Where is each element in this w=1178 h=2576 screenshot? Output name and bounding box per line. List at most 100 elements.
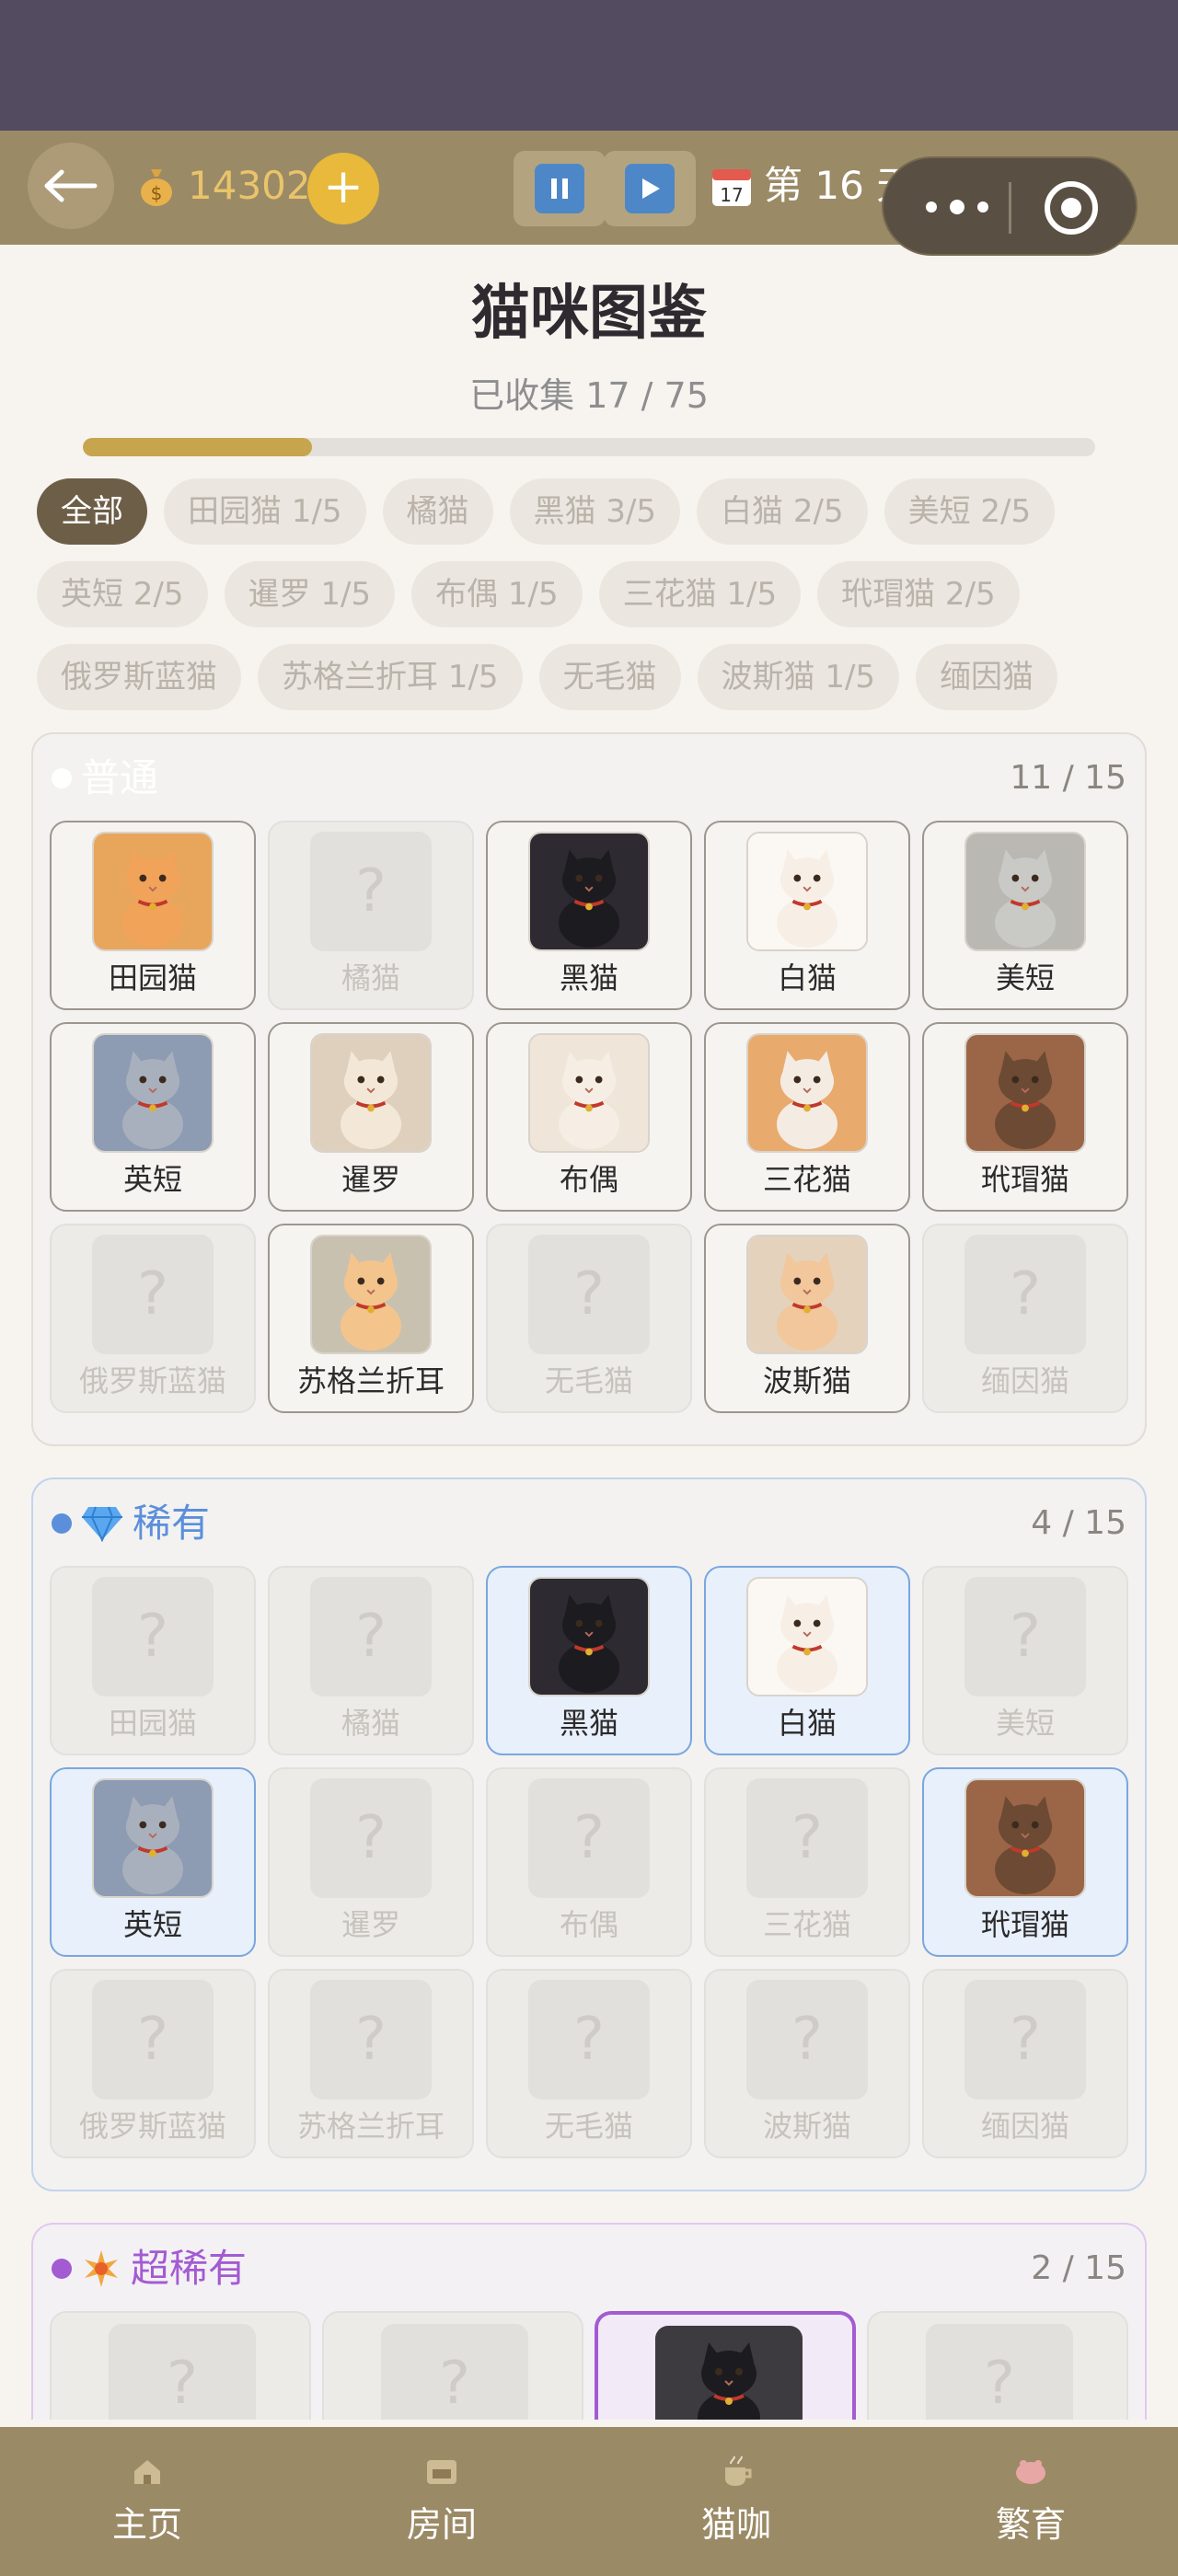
- cat-card[interactable]: 英短: [50, 1022, 256, 1212]
- svg-text:17: 17: [720, 184, 743, 206]
- cat-card[interactable]: ? 俄罗斯蓝猫: [50, 1969, 256, 2158]
- cat-portrait: [528, 1577, 650, 1696]
- section-count: 4 / 15: [1031, 1504, 1126, 1542]
- cat-portrait: [746, 1033, 868, 1153]
- filter-chip[interactable]: 黑猫 3/5: [509, 478, 681, 545]
- filter-chip[interactable]: 无毛猫: [538, 644, 681, 710]
- cat-icon: [748, 834, 866, 949]
- svg-text:$: $: [151, 182, 163, 204]
- pause-button[interactable]: [514, 151, 606, 226]
- filter-chip[interactable]: 美短 2/5: [884, 478, 1056, 545]
- locked-portrait: ?: [528, 1235, 650, 1354]
- locked-portrait: ?: [964, 1980, 1086, 2099]
- filter-chip[interactable]: 波斯猫 1/5: [697, 644, 900, 710]
- cat-card[interactable]: ? 田园猫: [50, 1566, 256, 1755]
- cat-card[interactable]: ?: [867, 2311, 1128, 2420]
- cat-card[interactable]: 黑猫: [486, 1566, 692, 1755]
- cat-name: 田园猫: [108, 960, 197, 995]
- locked-portrait: ?: [926, 2324, 1073, 2420]
- question-mark-icon: ?: [355, 2006, 387, 2074]
- locked-portrait: ?: [310, 1577, 432, 1696]
- cat-icon: [966, 834, 1084, 949]
- cat-card[interactable]: ? 缅因猫: [922, 1224, 1128, 1413]
- cat-card[interactable]: ? 波斯猫: [704, 1969, 910, 2158]
- nav-room[interactable]: 房间: [294, 2427, 589, 2576]
- section-title: 超稀有: [131, 2246, 248, 2291]
- cat-name: 橘猫: [341, 960, 400, 995]
- filter-chip[interactable]: 缅因猫: [916, 644, 1058, 710]
- nav-cafe[interactable]: 猫咖: [589, 2427, 884, 2576]
- filter-chip[interactable]: 全部: [37, 478, 147, 545]
- cat-card[interactable]: ? 橘猫: [268, 821, 474, 1010]
- section-dot: [52, 768, 72, 788]
- cat-card[interactable]: 三花猫: [704, 1022, 910, 1212]
- close-record-icon[interactable]: [1042, 178, 1101, 237]
- filter-chip[interactable]: 布偶 1/5: [411, 561, 583, 627]
- filter-chip[interactable]: 英短 2/5: [37, 561, 208, 627]
- collection-progress-fill: [83, 438, 313, 456]
- cat-card[interactable]: ? 橘猫: [268, 1566, 474, 1755]
- filter-row: 英短 2/5 暹罗 1/5 布偶 1/5 三花猫 1/5 玳瑁猫 2/5: [37, 561, 1150, 627]
- section-common: 普通 11 / 15 田园猫? 橘猫 黑猫 白猫 美短 英短 暹罗 布偶 三花猫 玳瑁猫? 俄罗斯蓝…: [31, 732, 1147, 1446]
- cat-card[interactable]: 白猫: [704, 1566, 910, 1755]
- locked-portrait: ?: [109, 2324, 256, 2420]
- cat-card[interactable]: ? 无毛猫: [486, 1224, 692, 1413]
- cat-card[interactable]: 波斯猫: [704, 1224, 910, 1413]
- nav-breed[interactable]: 繁育: [884, 2427, 1178, 2576]
- filter-chip[interactable]: 暹罗 1/5: [224, 561, 396, 627]
- cat-icon: [966, 1780, 1084, 1896]
- cat-card[interactable]: 黑猫: [486, 821, 692, 1010]
- cat-card[interactable]: ? 俄罗斯蓝猫: [50, 1224, 256, 1413]
- play-icon: [642, 178, 660, 199]
- back-button[interactable]: [28, 143, 114, 229]
- question-mark-icon: ?: [573, 2006, 605, 2074]
- locked-portrait: ?: [528, 1980, 650, 2099]
- filter-chip[interactable]: 俄罗斯蓝猫: [37, 644, 241, 710]
- status-bar: [0, 0, 1178, 131]
- filter-chip[interactable]: 三花猫 1/5: [598, 561, 802, 627]
- add-coins-button[interactable]: +: [307, 153, 379, 224]
- locked-portrait: ?: [310, 1778, 432, 1898]
- cat-card[interactable]: ? 布偶: [486, 1767, 692, 1957]
- locked-portrait: ?: [964, 1235, 1086, 1354]
- cat-card[interactable]: 暹罗: [268, 1022, 474, 1212]
- more-icon[interactable]: [915, 193, 1003, 221]
- section-title: 稀有: [133, 1501, 211, 1546]
- cat-card[interactable]: 白猫: [704, 821, 910, 1010]
- breed-icon: [1016, 2460, 1045, 2484]
- play-button[interactable]: [604, 151, 696, 226]
- filter-chip[interactable]: 田园猫 1/5: [164, 478, 366, 545]
- cat-icon: [530, 834, 648, 949]
- cat-card[interactable]: 美短: [922, 821, 1128, 1010]
- cat-portrait: [964, 1033, 1086, 1153]
- filter-chip[interactable]: 白猫 2/5: [697, 478, 868, 545]
- cat-card[interactable]: ? 美短: [922, 1566, 1128, 1755]
- section-dot: [52, 2259, 72, 2279]
- cat-card[interactable]: 玳瑁猫: [922, 1767, 1128, 1957]
- coin-balance: 14302: [188, 163, 311, 208]
- filter-chip[interactable]: 玳瑁猫 2/5: [817, 561, 1020, 627]
- cat-card[interactable]: ? 苏格兰折耳: [268, 1969, 474, 2158]
- question-mark-icon: ?: [791, 1804, 823, 1872]
- cat-card[interactable]: 布偶: [486, 1022, 692, 1212]
- filter-chip[interactable]: 苏格兰折耳 1/5: [258, 644, 523, 710]
- cat-card[interactable]: 苏格兰折耳: [268, 1224, 474, 1413]
- cat-card[interactable]: ? 暹罗: [268, 1767, 474, 1957]
- cat-card[interactable]: [595, 2311, 856, 2420]
- question-mark-icon: ?: [439, 2350, 470, 2418]
- cat-grid-rare: ? 田园猫? 橘猫 黑猫 白猫? 美短英短? 暹罗? 布偶? 三花猫 玳瑁猫 ? 俄罗斯蓝猫? 苏格兰折…: [50, 1566, 1128, 2158]
- nav-home[interactable]: 主页: [0, 2427, 294, 2576]
- cat-card[interactable]: 田园猫: [50, 821, 256, 1010]
- cat-icon: [966, 1035, 1084, 1151]
- cat-card[interactable]: ?: [50, 2311, 311, 2420]
- cat-card[interactable]: 玳瑁猫: [922, 1022, 1128, 1212]
- cat-card[interactable]: ? 无毛猫: [486, 1969, 692, 2158]
- cat-card[interactable]: 英短: [50, 1767, 256, 1957]
- cat-card[interactable]: ?: [322, 2311, 583, 2420]
- bottom-nav: 主页 房间 猫咖 繁育: [0, 2427, 1178, 2576]
- cat-card[interactable]: ? 缅因猫: [922, 1969, 1128, 2158]
- cat-card[interactable]: ? 三花猫: [704, 1767, 910, 1957]
- cat-name: 波斯猫: [762, 1363, 851, 1398]
- filter-chip[interactable]: 橘猫: [382, 478, 493, 545]
- diamond-icon: [82, 1506, 122, 1542]
